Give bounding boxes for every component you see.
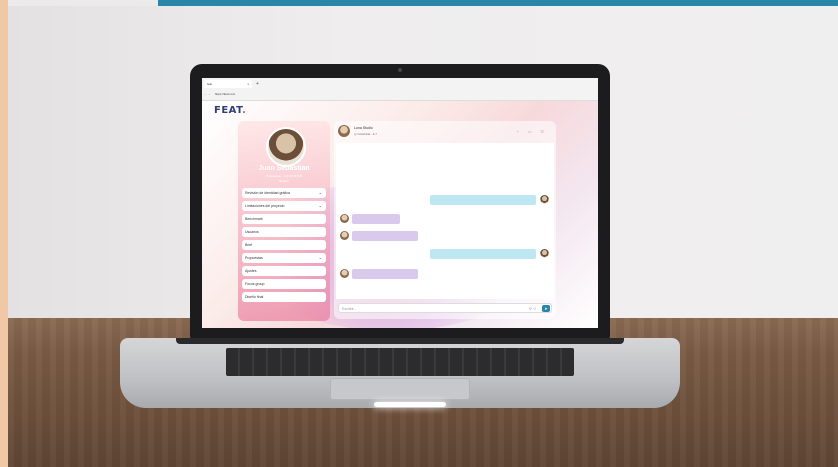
menu-item-propuestas[interactable]: Propuestas ⌄ [242, 253, 326, 263]
attach-emoji-icons[interactable]: ⚲ ☺ [529, 304, 537, 314]
laptop-hinge [176, 338, 624, 344]
laptop-keyboard [226, 348, 574, 376]
feat-app: FEAT. Juan Sebastian Propuestas · 4.8 ★★… [202, 101, 598, 328]
user-avatar [540, 195, 549, 204]
message-input[interactable]: Escribir... ⚲ ☺ ➤ [338, 303, 552, 313]
browser-chrome: feat x + ← → https://feat.com [202, 78, 598, 101]
message-bubble-in [352, 231, 418, 241]
menu-item-diseno-final[interactable]: Diseño final [242, 292, 326, 302]
desk-light-reflection [374, 402, 446, 407]
contact-avatar-small [340, 269, 349, 278]
chat-header: Luna Studio ◎ Colombia · 4.7 + ▭ ✆ [334, 121, 556, 143]
menu-item-limitaciones[interactable]: Limitaciones del proyecto ⌄ [242, 201, 326, 211]
contact-name: Luna Studio [354, 126, 373, 130]
message-bubble-out [430, 195, 536, 205]
menu-item-brief[interactable]: Brief [242, 240, 326, 250]
profile-location: Bogotá [279, 179, 289, 183]
profile-name: Juan Sebastian [258, 165, 310, 172]
profile-sidebar: Juan Sebastian Propuestas · 4.8 ★★★★★ Bo… [238, 121, 330, 321]
contact-avatar-small [340, 231, 349, 240]
address-bar[interactable]: ← → https://feat.com [204, 91, 596, 98]
menu-item-identidad[interactable]: Revisión de identidad gráfica ⌄ [242, 188, 326, 198]
tab-close-icon[interactable]: x [248, 80, 250, 88]
left-accent-strip [0, 0, 8, 467]
menu-item-focus-group[interactable]: Focus group [242, 279, 326, 289]
menu-item-usuarios[interactable]: Usuarios [242, 227, 326, 237]
menu-item-ajustes[interactable]: Ajustes [242, 266, 326, 276]
laptop-lid: feat x + ← → https://feat.com FEAT. Juan… [190, 64, 610, 340]
chat-action-icons[interactable]: + ▭ ✆ [516, 129, 548, 134]
chevron-down-icon: ⌄ [318, 190, 322, 195]
tab-label: feat [207, 82, 213, 86]
chat-messages [336, 143, 554, 299]
browser-tab[interactable]: feat x [204, 80, 252, 88]
message-bubble-in [352, 214, 400, 224]
contact-location: ◎ Colombia · 4.7 [354, 132, 377, 136]
message-bubble-out [430, 249, 536, 259]
contact-avatar [338, 125, 350, 137]
message-bubble-in [352, 269, 418, 279]
profile-rating: Propuestas · 4.8 ★★★★★ [265, 174, 303, 178]
url-text: https://feat.com [214, 92, 236, 96]
project-menu: Revisión de identidad gráfica ⌄ Limitacio… [242, 188, 326, 305]
nav-arrows-icon[interactable]: ← → [204, 91, 211, 98]
send-icon[interactable]: ➤ [542, 305, 550, 312]
contact-avatar-small [340, 214, 349, 223]
user-avatar [540, 249, 549, 258]
menu-item-benchmark[interactable]: Benchmark [242, 214, 326, 224]
new-tab-button[interactable]: + [256, 80, 259, 88]
laptop-screen: feat x + ← → https://feat.com FEAT. Juan… [202, 78, 598, 328]
chevron-down-icon: ⌄ [318, 203, 322, 208]
webcam [398, 68, 402, 72]
chat-panel: Luna Studio ◎ Colombia · 4.7 + ▭ ✆ Escri… [334, 121, 556, 319]
laptop-trackpad [330, 378, 470, 400]
feat-logo[interactable]: FEAT. [214, 105, 246, 116]
chevron-down-icon: ⌄ [318, 255, 322, 260]
profile-avatar [266, 127, 306, 167]
